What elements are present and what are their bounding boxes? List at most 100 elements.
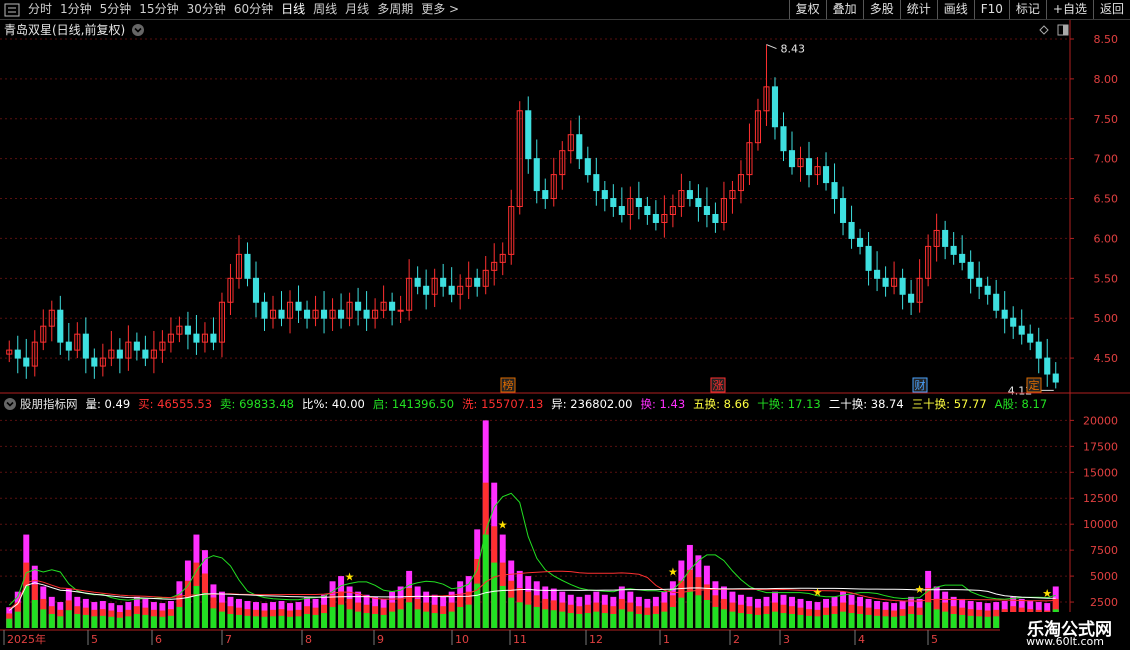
candle-body <box>525 110 532 160</box>
buy-bar <box>74 606 81 628</box>
candle-body <box>916 277 923 303</box>
add-watchlist-button[interactable]: +自选 <box>1045 0 1093 19</box>
back-button[interactable]: 返回 <box>1092 0 1130 19</box>
volume-tick-label: 15000 <box>1083 466 1118 479</box>
f10-button[interactable]: F10 <box>973 0 1009 19</box>
turnover-bar <box>355 591 362 628</box>
buy-bar <box>363 604 370 628</box>
x-axis-label: 2025年 <box>7 632 46 646</box>
sell-bar <box>287 616 293 628</box>
tab-fenshi[interactable]: 分时 <box>24 0 56 19</box>
candle-body <box>865 245 872 271</box>
buy-bar <box>593 602 600 628</box>
turnover-bar <box>184 560 191 628</box>
candle-body <box>355 301 362 311</box>
volume-tick-label: 17500 <box>1083 440 1118 453</box>
tab-30min[interactable]: 30分钟 <box>183 0 230 19</box>
buy-bar <box>133 606 140 628</box>
sell-bar <box>116 617 123 628</box>
multi-stock-button[interactable]: 多股 <box>862 0 900 19</box>
turnover-bar <box>389 591 396 628</box>
candle-body <box>780 126 787 152</box>
sell-bar <box>550 610 557 628</box>
buy-bar <box>261 610 268 628</box>
turnover-bar <box>295 602 302 628</box>
sell-bar <box>91 616 98 628</box>
sell-bar <box>789 613 795 628</box>
turnover-bar <box>882 602 889 628</box>
indicator-name[interactable]: 股朋指标网 <box>20 396 78 412</box>
tab-5min[interactable]: 5分钟 <box>96 0 136 19</box>
sell-bar <box>23 585 30 628</box>
stock-chart[interactable]: 8.434.12 ★★★★ ★ ★ 8.508.007.507.006.506.00… <box>0 0 1130 650</box>
buy-bar <box>380 607 387 628</box>
turnover-bar <box>942 591 949 628</box>
star-marker: ★ <box>345 570 355 583</box>
turnover-bar <box>91 602 98 628</box>
sell-bar <box>763 613 770 628</box>
buy-bar <box>270 609 276 628</box>
buy-bar <box>218 602 225 628</box>
buy-bar <box>82 607 89 628</box>
diamond-icon[interactable] <box>1039 25 1049 35</box>
turnover-bar <box>14 591 21 628</box>
tab-more[interactable]: 更多 > <box>417 0 463 19</box>
mark-button[interactable]: 标记 <box>1008 0 1046 19</box>
tab-daily[interactable]: 日线 <box>277 0 309 19</box>
candle-body <box>984 285 991 295</box>
turnover-bar <box>431 594 438 628</box>
candle-body <box>542 190 549 200</box>
sell-bar <box>176 606 183 628</box>
turnover-bar <box>176 581 183 628</box>
sell-bar <box>542 609 549 628</box>
volume-tick-label: 7500 <box>1090 544 1118 557</box>
turnover-bar <box>797 598 804 628</box>
buy-bar <box>108 610 115 628</box>
sell-bar <box>133 613 140 628</box>
buy-bar <box>116 612 123 628</box>
turnover-bar <box>746 596 753 628</box>
sell-bar <box>448 611 455 628</box>
statistics-button[interactable]: 统计 <box>899 0 937 19</box>
turnover-bar <box>201 550 208 628</box>
draw-line-button[interactable]: 画线 <box>936 0 974 19</box>
price-tick-label: 5.50 <box>1094 272 1119 285</box>
candle-body <box>440 277 447 287</box>
star-marker: ★ <box>813 586 823 599</box>
buy-bar <box>669 595 676 628</box>
x-axis-label: 8 <box>305 633 312 646</box>
overlay-button[interactable]: 叠加 <box>825 0 863 19</box>
turnover-bar <box>270 602 276 628</box>
x-axis-label: 3 <box>783 633 790 646</box>
candle-body <box>822 166 830 184</box>
buy-bar <box>882 609 889 628</box>
tab-1min[interactable]: 1分钟 <box>56 0 96 19</box>
tab-multi-period[interactable]: 多周期 <box>373 0 417 19</box>
candle-body <box>423 285 430 295</box>
tab-weekly[interactable]: 周线 <box>309 0 341 19</box>
tab-60min[interactable]: 60分钟 <box>230 0 277 19</box>
buy-bar <box>618 598 625 628</box>
buy-bar <box>397 598 404 628</box>
sell-bar <box>355 611 362 628</box>
dropdown-icon[interactable] <box>131 23 145 37</box>
indicator-dropdown-icon[interactable] <box>3 397 17 411</box>
tab-15min[interactable]: 15分钟 <box>135 0 182 19</box>
candle-body <box>686 190 693 200</box>
candle-body <box>329 309 336 319</box>
candle-body <box>805 158 813 176</box>
turnover-bar <box>908 596 915 628</box>
sell-bar <box>984 616 991 628</box>
candle-body <box>508 206 515 255</box>
buy-bar <box>754 607 761 628</box>
candle-body <box>967 261 974 279</box>
menu-icon[interactable] <box>4 3 20 17</box>
tab-monthly[interactable]: 月线 <box>341 0 373 19</box>
x-axis-label: 12 <box>589 633 603 646</box>
buy-bar <box>780 604 787 628</box>
fuquan-button[interactable]: 复权 <box>788 0 826 19</box>
right-toolbar: 复权 叠加 多股 统计 画线 F10 标记 +自选 返回 <box>788 0 1130 19</box>
candle-body <box>788 150 796 168</box>
x-axis-label: 1 <box>663 633 670 646</box>
candle-body <box>99 357 106 367</box>
